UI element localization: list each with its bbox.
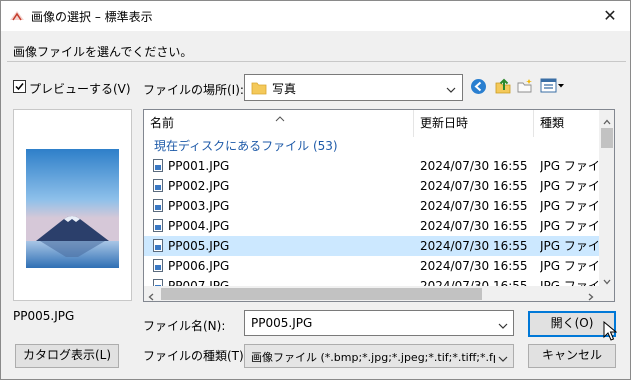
instruction-text: 画像ファイルを選んでください。 — [13, 45, 193, 59]
file-type: JPG ファイル — [540, 199, 599, 213]
filetype-label: ファイルの種類(T): — [143, 349, 248, 363]
checkmark-icon — [15, 83, 24, 91]
file-date: 2024/07/30 16:55 — [420, 219, 528, 233]
horizontal-scrollbar[interactable] — [144, 286, 599, 301]
preview-filename: PP005.JPG — [13, 309, 75, 323]
file-name: PP001.JPG — [168, 159, 230, 173]
divider — [7, 61, 626, 62]
file-date: 2024/07/30 16:55 — [420, 279, 528, 286]
folder-icon — [251, 81, 267, 95]
back-icon[interactable] — [470, 78, 487, 98]
file-open-dialog: 画像の選択 – 標準表示 ✕ 画像ファイルを選んでください。 プレビューする(V… — [0, 0, 631, 380]
filename-value[interactable]: PP005.JPG — [251, 316, 312, 330]
file-type: JPG ファイル — [540, 259, 599, 273]
list-item-selected[interactable]: PP005.JPG 2024/07/30 16:55 JPG ファイル — [144, 236, 599, 256]
up-folder-icon[interactable] — [494, 77, 512, 98]
filetype-dropdown[interactable]: 画像ファイル (*.bmp;*.jpg;*.jpeg;*.tif;*.tiff;… — [244, 344, 514, 368]
file-name: PP002.JPG — [168, 179, 230, 193]
file-name: PP007.JPG — [168, 279, 230, 286]
chevron-down-icon[interactable] — [498, 352, 508, 366]
file-type: JPG ファイル — [540, 279, 599, 286]
list-item[interactable]: PP003.JPG 2024/07/30 16:55 JPG ファイル — [144, 196, 599, 216]
column-header-date[interactable]: 更新日時 — [420, 110, 468, 137]
catalog-view-button[interactable]: カタログ表示(L) — [15, 344, 119, 368]
jpg-file-icon — [153, 179, 163, 192]
preview-image — [26, 149, 119, 268]
file-type: JPG ファイル — [540, 159, 599, 173]
scrollbar-corner — [599, 286, 614, 301]
filename-combobox[interactable]: PP005.JPG — [244, 310, 514, 336]
jpg-file-icon — [153, 279, 163, 286]
view-menu-icon[interactable] — [540, 78, 566, 97]
vertical-scrollbar[interactable] — [599, 110, 614, 286]
preview-checkbox-label[interactable]: プレビューする(V) — [29, 80, 131, 97]
sort-ascending-icon — [275, 111, 285, 125]
filetype-value: 画像ファイル (*.bmp;*.jpg;*.jpeg;*.tif;*.tiff;… — [251, 351, 495, 364]
mouse-cursor-icon — [603, 320, 618, 345]
close-icon[interactable]: ✕ — [597, 5, 623, 27]
horizontal-scroll-thumb[interactable] — [161, 288, 482, 300]
location-value: 写真 — [272, 82, 297, 96]
chevron-down-icon[interactable] — [498, 319, 508, 333]
jpg-file-icon — [153, 219, 163, 232]
group-header[interactable]: 現在ディスクにあるファイル (53) — [154, 138, 338, 154]
jpg-file-icon — [153, 239, 163, 252]
open-button-label: 開く(O) — [550, 316, 594, 330]
cancel-button[interactable]: キャンセル — [528, 344, 616, 368]
jpg-file-icon — [153, 159, 163, 172]
chevron-down-icon[interactable] — [446, 83, 456, 97]
preview-panel — [13, 109, 132, 301]
filename-label: ファイル名(N): — [143, 319, 226, 333]
location-label: ファイルの場所(I): — [143, 83, 244, 97]
column-divider[interactable] — [533, 110, 534, 137]
list-item[interactable]: PP001.JPG 2024/07/30 16:55 JPG ファイル — [144, 156, 599, 176]
column-header-type[interactable]: 種類 — [540, 110, 564, 137]
title-bar: 画像の選択 – 標準表示 ✕ — [1, 1, 630, 31]
window-title: 画像の選択 – 標準表示 — [31, 10, 153, 24]
column-header-name[interactable]: 名前 — [150, 110, 174, 137]
new-folder-icon[interactable] — [516, 77, 534, 98]
vertical-scroll-thumb[interactable] — [601, 128, 613, 148]
list-item[interactable]: PP002.JPG 2024/07/30 16:55 JPG ファイル — [144, 176, 599, 196]
file-type: JPG ファイル — [540, 239, 599, 253]
scroll-left-icon[interactable] — [148, 290, 154, 301]
list-item[interactable]: PP004.JPG 2024/07/30 16:55 JPG ファイル — [144, 216, 599, 236]
scroll-right-icon[interactable] — [588, 290, 594, 301]
file-name: PP005.JPG — [168, 239, 230, 253]
jpg-file-icon — [153, 199, 163, 212]
file-date: 2024/07/30 16:55 — [420, 159, 528, 173]
file-date: 2024/07/30 16:55 — [420, 259, 528, 273]
file-date: 2024/07/30 16:55 — [420, 199, 528, 213]
file-name: PP006.JPG — [168, 259, 230, 273]
preview-checkbox[interactable] — [13, 80, 26, 93]
list-item[interactable]: PP007.JPG 2024/07/30 16:55 JPG ファイル — [144, 276, 599, 286]
location-combobox[interactable]: 写真 — [244, 74, 463, 101]
file-type: JPG ファイル — [540, 179, 599, 193]
app-icon — [9, 8, 25, 24]
file-name: PP003.JPG — [168, 199, 230, 213]
list-item[interactable]: PP006.JPG 2024/07/30 16:55 JPG ファイル — [144, 256, 599, 276]
scroll-up-icon[interactable] — [603, 114, 611, 128]
cancel-button-label: キャンセル — [541, 348, 602, 362]
file-date: 2024/07/30 16:55 — [420, 239, 528, 253]
column-divider[interactable] — [413, 110, 414, 137]
catalog-view-button-label: カタログ表示(L) — [22, 348, 112, 362]
file-date: 2024/07/30 16:55 — [420, 179, 528, 193]
file-type: JPG ファイル — [540, 219, 599, 233]
file-name: PP004.JPG — [168, 219, 230, 233]
file-list[interactable]: 名前 更新日時 種類 現在ディスクにあるファイル (53) PP001.JPG … — [143, 109, 615, 302]
jpg-file-icon — [153, 259, 163, 272]
